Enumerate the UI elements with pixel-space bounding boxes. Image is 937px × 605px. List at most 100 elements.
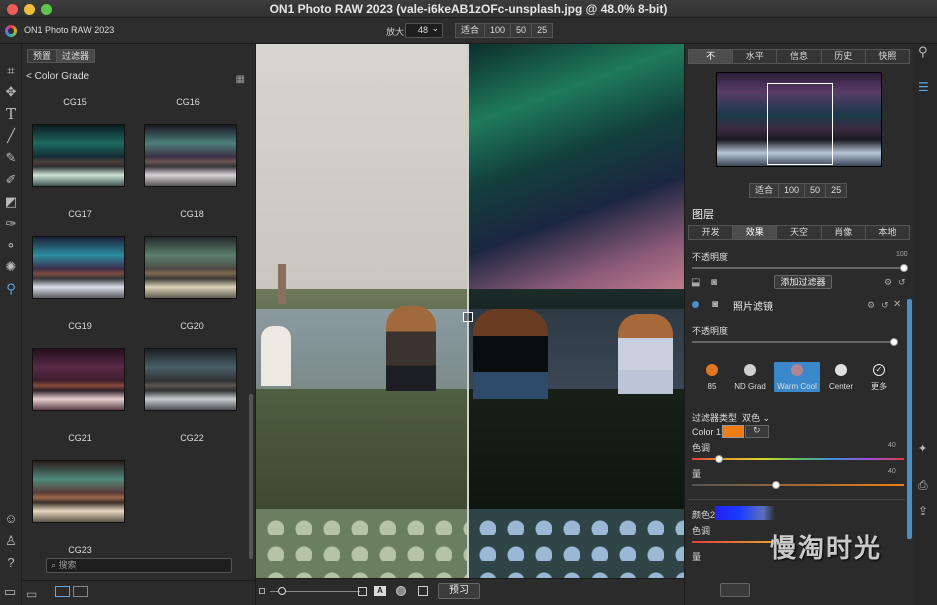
filter-preset-85[interactable]: 85 xyxy=(695,362,729,392)
tab-presets[interactable]: 预置 xyxy=(27,49,58,63)
zoom-out-icon[interactable] xyxy=(259,588,265,594)
color-picker-button[interactable]: ↻ xyxy=(745,425,769,438)
filter-preset-nd-grad[interactable]: ND Grad xyxy=(733,362,767,392)
color2-swatch[interactable] xyxy=(715,506,775,520)
tab-develop[interactable]: 开发 xyxy=(688,225,734,240)
preset-thumbnail-cg19[interactable] xyxy=(32,236,125,299)
category-back-button[interactable]: < Color Grade xyxy=(26,71,89,82)
filter-opacity-knob[interactable] xyxy=(890,338,898,346)
preset-thumbnail-cg17[interactable] xyxy=(32,124,125,187)
print-icon[interactable]: ⎙ xyxy=(918,478,928,493)
zoom-select[interactable]: 48 xyxy=(405,22,443,38)
filter-preset-more[interactable]: ✓ 更多 xyxy=(862,362,896,392)
image-canvas[interactable] xyxy=(256,44,684,578)
split-handle[interactable] xyxy=(463,312,473,322)
preset-scrollbar[interactable] xyxy=(249,394,253,559)
text-tool-icon[interactable]: T xyxy=(4,107,18,122)
ai-icon[interactable]: ✦ xyxy=(918,442,927,455)
preview-button[interactable]: 预习 xyxy=(438,583,480,599)
nav-100-button[interactable]: 100 xyxy=(779,183,806,198)
zoom-slider-knob[interactable] xyxy=(278,587,286,595)
browse-module-icon[interactable]: ⚲ xyxy=(918,44,928,60)
preset-thumbnail-cg21[interactable] xyxy=(32,348,125,411)
brush-tool-icon[interactable]: ╱ xyxy=(4,129,18,143)
filter-panel-scrollbar[interactable] xyxy=(907,299,912,539)
nav-25-button[interactable]: 25 xyxy=(826,183,848,198)
tab-level[interactable]: 水平 xyxy=(733,49,778,64)
filter-active-icon[interactable] xyxy=(692,301,699,308)
filter-type-select[interactable]: 双色 ⌄ xyxy=(742,411,770,424)
hue-knob[interactable] xyxy=(715,455,723,463)
tab-sky[interactable]: 天空 xyxy=(777,225,822,240)
zoom-100-button[interactable]: 100 xyxy=(485,23,512,38)
maximize-window-button[interactable] xyxy=(41,4,52,15)
zoom-in-icon[interactable] xyxy=(358,587,367,596)
preset-thumbnail-cg20[interactable] xyxy=(144,236,237,299)
soft-proof-icon[interactable] xyxy=(418,586,428,596)
preset-thumbnail-cg23[interactable] xyxy=(32,460,125,523)
mask-icon[interactable]: ◙ xyxy=(711,277,717,288)
amount-slider[interactable] xyxy=(692,481,904,489)
settings-icon[interactable]: ⚙ xyxy=(884,277,892,288)
help-icon[interactable]: ? xyxy=(4,556,18,570)
nav-50-button[interactable]: 50 xyxy=(805,183,827,198)
tab-filters[interactable]: 过滤器 xyxy=(57,49,96,63)
filter-settings-icon[interactable]: ⚙ xyxy=(867,300,875,311)
export-icon[interactable]: ⇪ xyxy=(918,504,928,518)
filter-preset-center[interactable]: Center xyxy=(824,362,858,392)
clone-stamp-icon[interactable]: ⚬ xyxy=(4,239,18,253)
tab-snapshot[interactable]: 快照 xyxy=(865,49,911,64)
compare-view-icon[interactable] xyxy=(73,586,88,597)
retouch-brush-icon[interactable]: ✑ xyxy=(4,217,18,231)
masking-brush-icon[interactable]: ✎ xyxy=(4,151,18,165)
tab-local[interactable]: 本地 xyxy=(865,225,911,240)
portrait-tool-icon[interactable]: ☺ xyxy=(4,512,18,526)
color1-swatch[interactable] xyxy=(722,425,744,438)
filter-preset-warm-cool[interactable]: Warm Cool xyxy=(774,362,820,392)
hue-slider[interactable] xyxy=(692,455,904,463)
chromatic-icon[interactable]: ✺ xyxy=(4,260,18,274)
navigator-viewport[interactable] xyxy=(767,83,833,165)
filter-mask-icon[interactable]: ◙ xyxy=(712,299,718,310)
crop-tool-icon[interactable]: ⌗ xyxy=(4,64,18,78)
panel-toggle-icon[interactable]: ▭ xyxy=(3,585,17,599)
tab-effects[interactable]: 效果 xyxy=(733,225,778,240)
minimize-window-button[interactable] xyxy=(24,4,35,15)
filter-reset-icon[interactable]: ↺ xyxy=(881,300,889,311)
overlay-icon[interactable] xyxy=(396,586,406,596)
edit-module-icon[interactable]: ☰ xyxy=(918,80,929,94)
amount-knob[interactable] xyxy=(772,481,780,489)
monitor-icon[interactable]: ▭ xyxy=(26,587,37,601)
split-divider[interactable] xyxy=(467,44,469,578)
preset-thumbnail-cg22[interactable] xyxy=(144,348,237,411)
tab-navigator[interactable]: 不 xyxy=(688,49,734,64)
preset-thumbnail-cg18[interactable] xyxy=(144,124,237,187)
single-view-icon[interactable] xyxy=(55,586,70,597)
move-tool-icon[interactable]: ✥ xyxy=(4,85,18,99)
tab-history[interactable]: 历史 xyxy=(821,49,866,64)
user-icon[interactable]: ♙ xyxy=(4,534,18,548)
gradient-tool-icon[interactable]: ◩ xyxy=(4,195,18,209)
hue2-slider[interactable] xyxy=(692,541,772,543)
add-filter-button[interactable]: 添加过滤器 xyxy=(774,275,832,289)
opacity-slider[interactable] xyxy=(692,264,908,272)
filter-close-icon[interactable]: ✕ xyxy=(893,299,901,310)
import-icon[interactable]: ⬓ xyxy=(691,277,700,288)
tab-info[interactable]: 信息 xyxy=(777,49,822,64)
preset-search-input[interactable]: ⌕ 搜索 xyxy=(46,558,232,573)
close-window-button[interactable] xyxy=(7,4,18,15)
filter-opacity-slider[interactable] xyxy=(692,338,898,346)
adjust-brush-icon[interactable]: ✐ xyxy=(4,173,18,187)
reset-all-button[interactable] xyxy=(720,583,750,597)
nav-fit-button[interactable]: 适合 xyxy=(749,183,780,198)
zoom-25-button[interactable]: 25 xyxy=(532,23,554,38)
zoom-fit-button[interactable]: 适合 xyxy=(455,23,486,38)
tab-portrait[interactable]: 肖像 xyxy=(821,225,866,240)
zoom-tool-icon[interactable]: ⚲ xyxy=(4,282,18,296)
grid-view-icon[interactable]: ▦ xyxy=(236,74,245,85)
mask-a-icon[interactable]: A xyxy=(374,586,386,596)
opacity-slider-knob[interactable] xyxy=(900,264,908,272)
navigator-preview[interactable] xyxy=(716,72,882,167)
zoom-50-button[interactable]: 50 xyxy=(511,23,533,38)
reset-icon[interactable]: ↺ xyxy=(898,277,906,288)
